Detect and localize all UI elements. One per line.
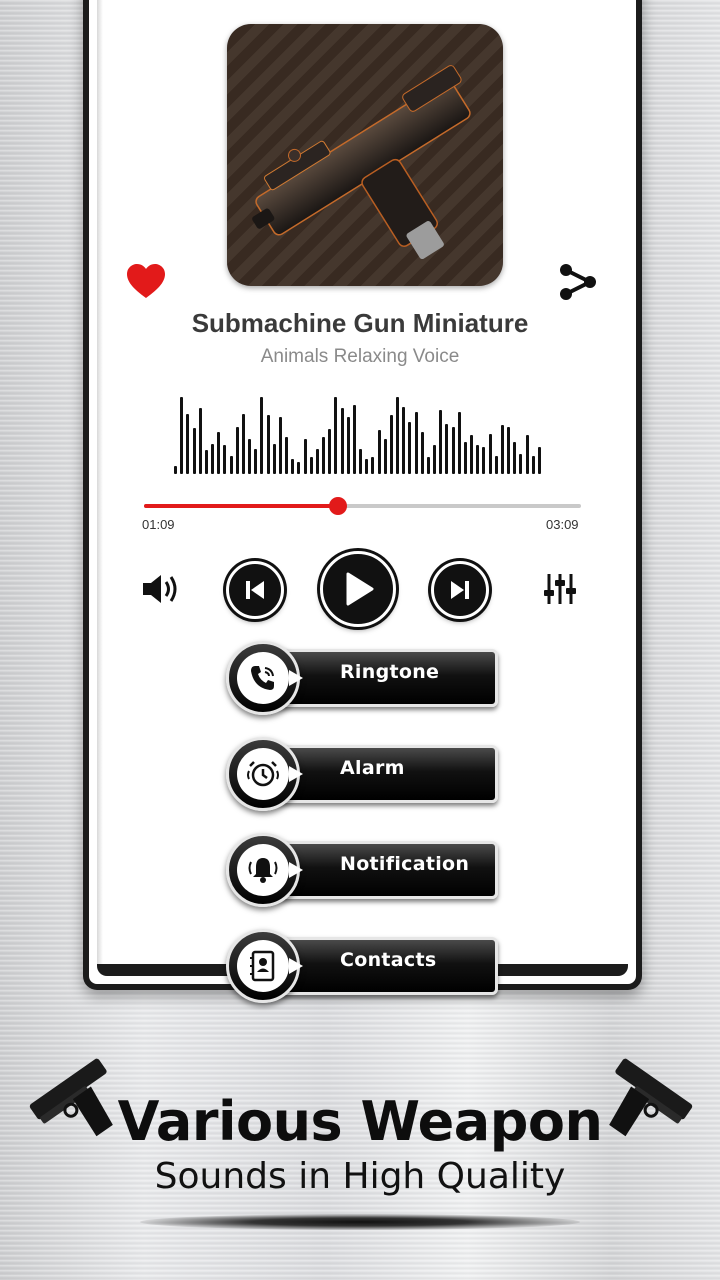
waveform-bar (519, 453, 523, 474)
waveform-bar (457, 411, 461, 474)
total-duration: 03:09 (546, 517, 579, 532)
waveform-bar (346, 416, 350, 474)
waveform-bar (482, 447, 486, 474)
waveform-bar (500, 425, 504, 474)
waveform-bar (445, 423, 449, 474)
waveform-bar (408, 421, 412, 474)
waveform-bar (352, 405, 356, 474)
waveform-bar (537, 447, 541, 474)
waveform-bar (334, 396, 338, 474)
waveform-bar (371, 457, 375, 474)
equalizer-icon[interactable] (543, 572, 577, 606)
waveform-bar (211, 443, 214, 474)
seek-bar[interactable] (144, 497, 581, 515)
waveform (170, 388, 550, 474)
action-icon-circle (226, 641, 303, 715)
waveform-bar (204, 450, 208, 474)
waveform-bar (309, 457, 313, 474)
waveform-bar (507, 426, 510, 474)
waveform-bar (322, 437, 325, 474)
set-notification-button[interactable]: Notification (226, 833, 500, 907)
waveform-bar (414, 411, 418, 474)
waveform-bar (383, 438, 387, 474)
seek-bar-fill (144, 504, 339, 508)
set-contacts-button[interactable]: Contacts (226, 929, 500, 1003)
elapsed-time: 01:09 (142, 517, 175, 532)
skip-previous-icon (246, 581, 264, 599)
action-label: Ringtone (340, 661, 440, 683)
waveform-bar (180, 396, 184, 474)
waveform-bar (291, 458, 295, 474)
alarm-clock-icon (247, 761, 279, 787)
waveform-bar (198, 408, 202, 474)
action-label: Alarm (340, 757, 405, 779)
waveform-bar (513, 442, 517, 474)
action-label: Notification (340, 853, 470, 875)
waveform-bar (463, 442, 467, 474)
phone-edge (97, 0, 103, 964)
waveform-bar (433, 445, 436, 474)
waveform-bar (328, 428, 332, 474)
waveform-bar (525, 435, 529, 474)
action-label: Contacts (340, 949, 437, 971)
promo-headline: Various Weapon (117, 1090, 603, 1153)
volume-icon[interactable] (141, 572, 183, 606)
play-button[interactable] (320, 551, 396, 627)
action-icon-circle (226, 929, 303, 1003)
waveform-bar (315, 448, 319, 474)
waveform-bar (260, 396, 264, 474)
promo-underline (140, 1214, 580, 1230)
set-alarm-button[interactable]: Alarm (226, 737, 500, 811)
waveform-bar (229, 455, 233, 474)
previous-button[interactable] (226, 561, 284, 619)
waveform-bar (254, 448, 258, 474)
next-button[interactable] (431, 561, 489, 619)
waveform-bar (266, 415, 270, 474)
waveform-bar (396, 396, 399, 474)
waveform-bar (186, 413, 190, 474)
waveform-bar (278, 416, 282, 474)
waveform-bar (420, 432, 424, 474)
waveform-bar (365, 458, 369, 474)
waveform-bar (389, 415, 393, 474)
phone-ring-icon (251, 666, 274, 690)
waveform-bar (192, 427, 196, 474)
track-subtitle: Animals Relaxing Voice (260, 346, 460, 367)
waveform-bar (377, 430, 381, 474)
gun-artwork-image (227, 24, 503, 286)
waveform-bar (426, 457, 430, 474)
share-icon[interactable] (558, 262, 598, 302)
waveform-bar (359, 448, 362, 474)
play-icon (346, 572, 374, 606)
waveform-bar (439, 410, 443, 474)
waveform-bar (340, 408, 344, 474)
contact-book-icon (250, 950, 275, 982)
waveform-bar (494, 455, 498, 474)
waveform-bar (272, 443, 276, 474)
favorite-heart-icon[interactable] (126, 264, 166, 300)
waveform-bar (248, 438, 251, 474)
waveform-bar (174, 465, 177, 474)
bell-ring-icon (248, 858, 278, 883)
track-title: Submachine Gun Miniature (191, 308, 529, 338)
waveform-bar (235, 426, 239, 474)
skip-next-icon (451, 581, 469, 599)
waveform-bar (241, 413, 245, 474)
waveform-bar (451, 426, 455, 474)
waveform-bar (217, 432, 221, 474)
action-icon-circle (226, 737, 303, 811)
waveform-bar (531, 455, 535, 474)
promo-subhead: Sounds in High Quality (154, 1156, 566, 1197)
waveform-bar (303, 438, 307, 474)
waveform-bar (223, 445, 227, 474)
waveform-bar (488, 433, 492, 474)
album-artwork (227, 24, 503, 286)
action-icon-circle (226, 833, 303, 907)
set-ringtone-button[interactable]: Ringtone (226, 641, 500, 715)
waveform-bar (476, 445, 480, 474)
waveform-bar (297, 462, 301, 474)
waveform-bar (402, 406, 406, 474)
waveform-bar (285, 437, 288, 474)
waveform-bar (470, 435, 473, 474)
